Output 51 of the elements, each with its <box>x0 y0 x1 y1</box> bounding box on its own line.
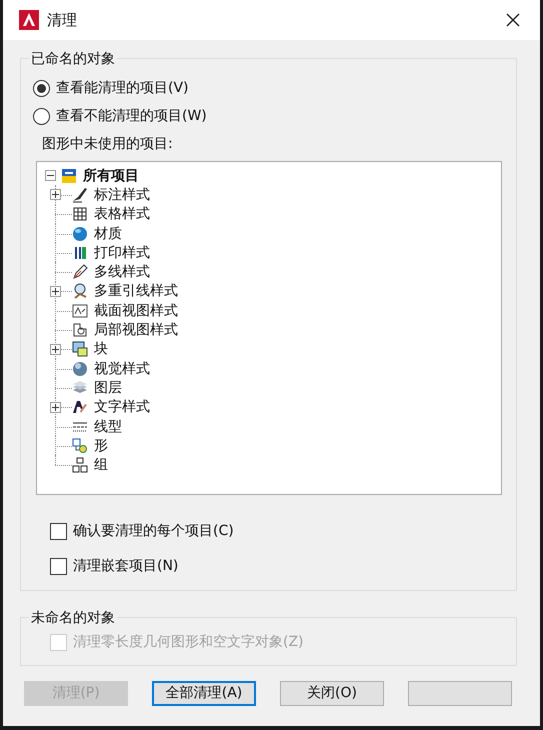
pencil-icon <box>72 264 88 280</box>
sphere-icon <box>72 360 88 377</box>
tree-item[interactable]: 截面视图样式 <box>94 302 178 320</box>
bars-icon <box>72 244 88 261</box>
group-icon <box>72 457 88 474</box>
section-view-icon <box>72 302 88 319</box>
pen-letter-icon <box>72 399 88 416</box>
tree-item[interactable]: 形 <box>94 436 108 455</box>
tree-item[interactable]: 图层 <box>94 378 122 397</box>
app-logo-icon <box>19 10 39 30</box>
expand-toggle[interactable] <box>50 189 61 200</box>
leader-icon <box>72 283 88 300</box>
tree-item[interactable]: 文字样式 <box>94 398 150 416</box>
shape-icon <box>72 438 88 454</box>
radio-button[interactable] <box>33 80 50 96</box>
option-label: 查看能清理的项目(V) <box>56 79 189 98</box>
tree-item[interactable]: 材质 <box>94 224 122 243</box>
tree-item[interactable]: 表格样式 <box>94 205 150 224</box>
tree-label: 图形中未使用的项目: <box>42 135 174 154</box>
option-label: 清理零长度几何图形和空文字对象(Z) <box>73 633 304 652</box>
tree-item[interactable]: 块 <box>94 340 108 358</box>
globe-icon <box>72 226 88 242</box>
expand-toggle[interactable] <box>50 402 61 413</box>
tree-item[interactable]: 线型 <box>94 418 122 436</box>
checkbox[interactable] <box>50 558 67 574</box>
checkbox[interactable] <box>50 522 67 540</box>
tree-item[interactable]: 组 <box>94 456 108 474</box>
detail-view-icon <box>72 322 88 338</box>
tree-item[interactable]: 打印样式 <box>94 244 150 262</box>
dialog-button[interactable]: 全部清理(A) <box>152 681 256 706</box>
tree-item[interactable]: 多重引线样式 <box>94 282 178 300</box>
expand-toggle[interactable] <box>50 286 61 297</box>
tree-item[interactable]: 所有项目 <box>83 166 139 185</box>
pen-icon <box>72 186 88 203</box>
expand-toggle[interactable] <box>45 170 56 182</box>
tree-item[interactable]: 标注样式 <box>94 186 150 204</box>
tree-item[interactable]: 多线样式 <box>94 263 150 282</box>
radio-button[interactable] <box>33 108 50 124</box>
option-label: 清理嵌套项目(N) <box>73 557 178 576</box>
close-icon <box>506 13 520 27</box>
expand-toggle[interactable] <box>50 344 61 355</box>
table-icon <box>72 206 88 222</box>
window-title: 清理 <box>47 10 78 31</box>
tree-item[interactable]: 局部视图样式 <box>94 321 178 340</box>
option-label: 查看不能清理的项目(W) <box>56 107 207 126</box>
layers-icon <box>72 380 88 396</box>
block-icon <box>72 341 88 358</box>
tree-item[interactable]: 视觉样式 <box>94 360 150 378</box>
dialog-button[interactable]: 关闭(O) <box>280 681 384 706</box>
option-label: 确认要清理的每个项目(C) <box>73 522 234 541</box>
drawing-icon <box>61 168 77 184</box>
